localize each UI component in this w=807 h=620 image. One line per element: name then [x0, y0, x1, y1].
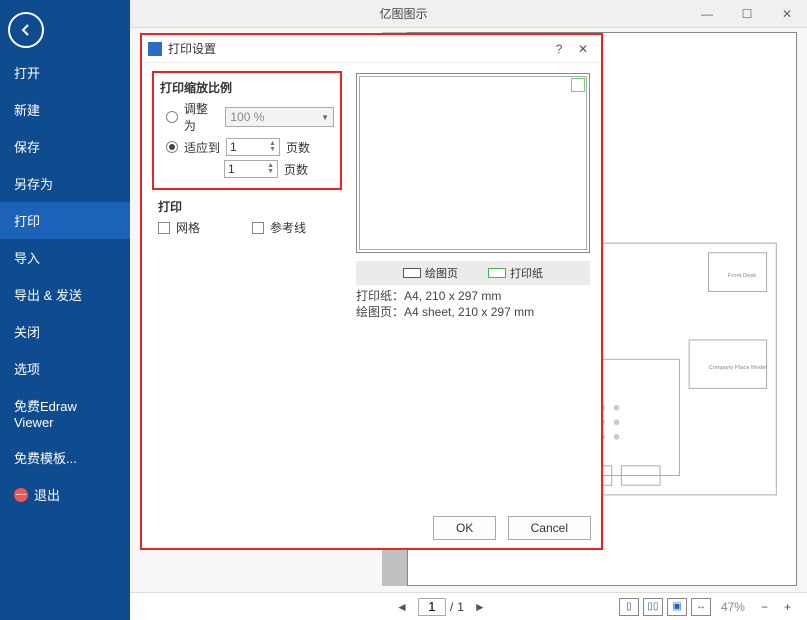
- dialog-body: 打印缩放比例 调整为 100 % ▼ 适应到 1 ▲▼ 页数: [142, 63, 601, 508]
- adjust-label: 调整为: [184, 100, 220, 134]
- dialog-help-button[interactable]: ?: [547, 42, 571, 56]
- fit-radio[interactable]: [166, 141, 178, 153]
- legend-draw-label: 绘图页: [425, 265, 458, 281]
- info-sheet: 绘图页：A4 sheet, 210 x 297 mm: [356, 303, 534, 320]
- legend-drawpage: 绘图页: [403, 265, 458, 281]
- zoom-value: 47%: [721, 600, 745, 614]
- print-settings-dialog: 打印设置 ? ✕ 打印缩放比例 调整为 100 % ▼ 适应到 1 ▲▼: [140, 33, 603, 550]
- adjust-row: 调整为 100 % ▼: [160, 100, 334, 134]
- fit-row: 适应到 1 ▲▼ 页数: [160, 138, 334, 156]
- pages-h-value: 1: [228, 162, 235, 176]
- app-title: 亿图图示: [379, 5, 427, 22]
- pages-tall-spinner[interactable]: 1 ▲▼: [224, 160, 278, 178]
- view-width-button[interactable]: ↔: [691, 598, 711, 616]
- sidebar-item-import[interactable]: 导入: [0, 239, 130, 276]
- dialog-titlebar: 打印设置 ? ✕: [142, 35, 601, 63]
- grid-label: 网格: [176, 219, 200, 236]
- print-options-group: 打印 网格 参考线: [152, 194, 342, 240]
- preview-corner-icon: [571, 78, 585, 92]
- legend-box-print: [488, 268, 506, 278]
- preview-inner: [359, 76, 587, 250]
- sidebar-item-print[interactable]: 打印: [0, 202, 130, 239]
- ok-button[interactable]: OK: [433, 516, 496, 540]
- view-single-button[interactable]: ▯: [619, 598, 639, 616]
- window-controls: — ☐ ✕: [687, 0, 807, 28]
- sidebar-item-export[interactable]: 导出 & 发送: [0, 276, 130, 313]
- zoom-label: 打印缩放比例: [160, 79, 334, 96]
- svg-text:Company Place Model: Company Place Model: [709, 365, 767, 371]
- cancel-button[interactable]: Cancel: [508, 516, 591, 540]
- scale-value: 100 %: [230, 110, 264, 124]
- guide-checkbox[interactable]: [252, 222, 264, 234]
- dialog-title: 打印设置: [168, 40, 547, 57]
- zoom-scale-group: 打印缩放比例 调整为 100 % ▼ 适应到 1 ▲▼ 页数: [152, 71, 342, 190]
- sidebar-item-new[interactable]: 新建: [0, 91, 130, 128]
- pages-suffix-2: 页数: [284, 161, 308, 178]
- adjust-radio[interactable]: [166, 111, 178, 123]
- close-button[interactable]: ✕: [767, 0, 807, 28]
- scale-combo[interactable]: 100 % ▼: [225, 107, 334, 127]
- page-sep: /: [450, 600, 453, 614]
- sidebar-item-close[interactable]: 关闭: [0, 313, 130, 350]
- statusbar: ◄ / 1 ► ▯ ▯▯ ▣ ↔ 47% − +: [130, 592, 807, 620]
- view-double-button[interactable]: ▯▯: [643, 598, 663, 616]
- zoom-out-button[interactable]: −: [755, 600, 774, 614]
- grid-checkbox[interactable]: [158, 222, 170, 234]
- view-fit-button[interactable]: ▣: [667, 598, 687, 616]
- arrow-left-icon: [18, 22, 34, 38]
- legend-row: 绘图页 打印纸: [356, 261, 590, 285]
- sidebar-item-saveas[interactable]: 另存为: [0, 165, 130, 202]
- svg-text:Front Desk: Front Desk: [728, 273, 756, 279]
- page-total: 1: [457, 600, 464, 614]
- back-button[interactable]: [8, 12, 44, 48]
- fit-label: 适应到: [184, 139, 220, 156]
- sidebar-item-exit[interactable]: — 退出: [0, 476, 130, 513]
- exit-icon: —: [14, 488, 28, 502]
- zoom-in-button[interactable]: +: [778, 600, 797, 614]
- print-group-label: 打印: [158, 198, 336, 215]
- sidebar-item-open[interactable]: 打开: [0, 54, 130, 91]
- guide-label: 参考线: [270, 219, 306, 236]
- sidebar-item-viewer[interactable]: 免费Edraw Viewer: [0, 387, 130, 439]
- sidebar-item-templates[interactable]: 免费模板...: [0, 439, 130, 476]
- sidebar-item-options[interactable]: 选项: [0, 350, 130, 387]
- view-controls: ▯ ▯▯ ▣ ↔ 47% − +: [619, 598, 797, 616]
- legend-print-label: 打印纸: [510, 265, 543, 281]
- dialog-close-button[interactable]: ✕: [571, 42, 595, 56]
- page-nav: ◄ / 1 ►: [390, 598, 492, 616]
- chevron-down-icon: ▼: [321, 113, 329, 122]
- fit-row-2: 1 ▲▼ 页数: [160, 160, 334, 178]
- exit-label: 退出: [34, 485, 60, 504]
- maximize-button[interactable]: ☐: [727, 0, 767, 28]
- pages-w-value: 1: [230, 140, 237, 154]
- sidebar: 打开 新建 保存 另存为 打印 导入 导出 & 发送 关闭 选项 免费Edraw…: [0, 0, 130, 620]
- dialog-app-icon: [148, 42, 162, 56]
- legend-box-draw: [403, 268, 421, 278]
- legend-printpaper: 打印纸: [488, 265, 543, 281]
- print-preview-box: [356, 73, 590, 253]
- dialog-footer: OK Cancel: [142, 508, 601, 548]
- prev-page-button[interactable]: ◄: [390, 600, 414, 614]
- pages-wide-spinner[interactable]: 1 ▲▼: [226, 138, 280, 156]
- spinner-arrows-icon: ▲▼: [269, 141, 276, 153]
- info-paper: 打印纸：A4, 210 x 297 mm: [356, 287, 501, 304]
- sidebar-item-save[interactable]: 保存: [0, 128, 130, 165]
- page-input[interactable]: [418, 598, 446, 616]
- next-page-button[interactable]: ►: [468, 600, 492, 614]
- minimize-button[interactable]: —: [687, 0, 727, 28]
- pages-suffix-1: 页数: [286, 139, 310, 156]
- spinner-arrows-icon: ▲▼: [267, 163, 274, 175]
